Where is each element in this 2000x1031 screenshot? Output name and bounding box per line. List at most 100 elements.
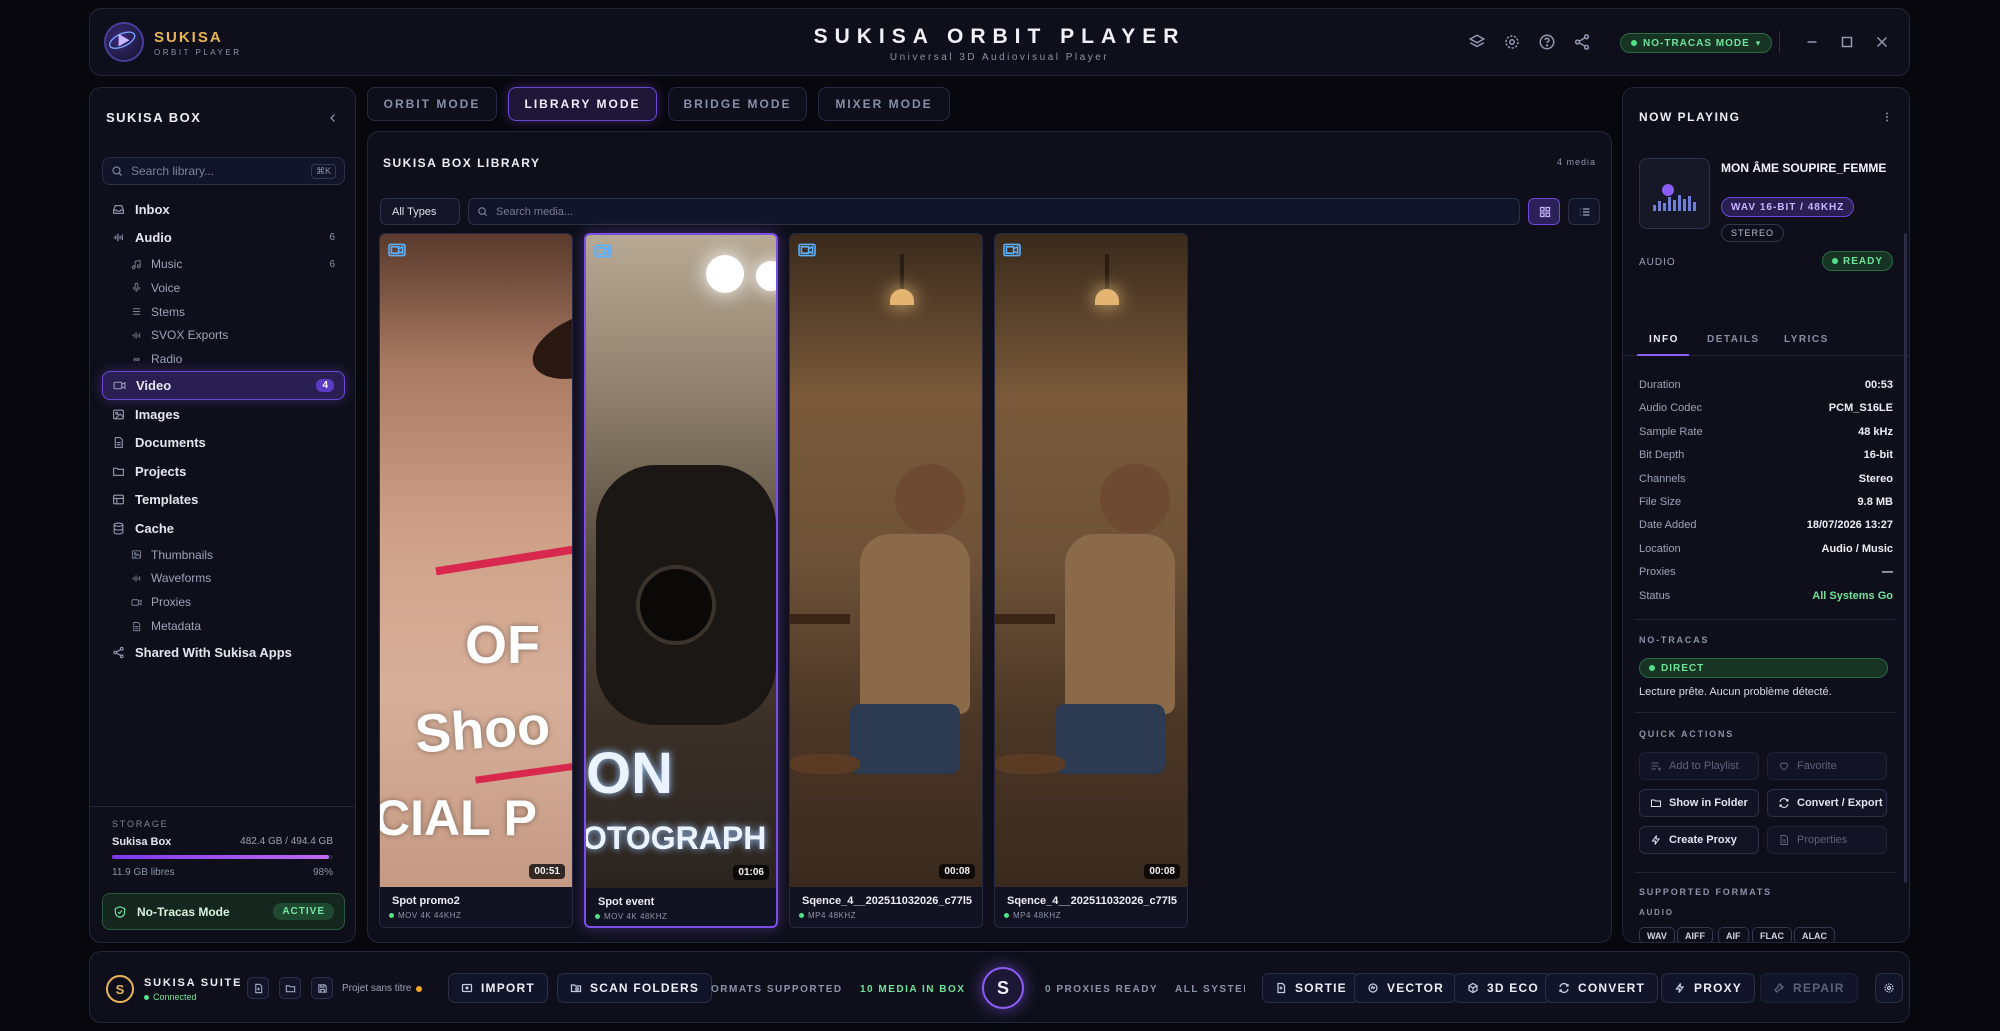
scan-folders-button[interactable]: SCAN FOLDERS (557, 973, 713, 1003)
divider (1635, 619, 1897, 620)
sortie-label: SORTIE (1295, 981, 1347, 995)
sidebar-item-label: Stems (151, 304, 186, 319)
center-orbit-button[interactable]: S (982, 967, 1024, 1009)
sidebar-item-documents[interactable]: Documents (102, 428, 345, 457)
minimize-icon[interactable] (1803, 33, 1821, 51)
library-search[interactable]: ⌘K (102, 157, 345, 185)
sidebar-item-shared-with-sukisa-apps[interactable]: Shared With Sukisa Apps (102, 638, 345, 667)
storage-size: 482.4 GB / 494.4 GB (240, 836, 333, 847)
folder-icon (285, 983, 296, 994)
favorite-button[interactable]: Favorite (1767, 752, 1887, 780)
maximize-icon[interactable] (1838, 33, 1856, 51)
status-dot (1004, 913, 1009, 918)
tab-mixer-mode[interactable]: MIXER MODE (818, 87, 950, 121)
media-card[interactable]: 00:08 Sqence_4__202511032026_c77l5 MP4 4… (994, 233, 1188, 928)
tab-details[interactable]: DETAILS (1707, 334, 1760, 345)
media-search-input[interactable] (496, 205, 1511, 218)
chevron-left-icon[interactable] (327, 112, 339, 124)
radio-icon (131, 354, 142, 365)
sidebar-item-thumbnails[interactable]: Thumbnails (102, 543, 345, 567)
bolt-icon (1674, 982, 1686, 994)
type-filter-select[interactable]: All Types (380, 198, 460, 225)
supported-formats-label: SUPPORTED FORMATS (1639, 887, 1772, 897)
close-icon[interactable] (1873, 33, 1891, 51)
tab-bridge-mode[interactable]: BRIDGE MODE (668, 87, 807, 121)
sortie-button[interactable]: SORTIE (1262, 973, 1360, 1003)
sidebar-item-music[interactable]: Music 6 (102, 252, 345, 276)
layers-icon[interactable] (1468, 33, 1486, 51)
more-vertical-icon[interactable] (1881, 110, 1893, 124)
no-tracas-label: No-Tracas Mode (137, 904, 230, 919)
sidebar-item-templates[interactable]: Templates (102, 486, 345, 515)
album-art (1639, 158, 1710, 229)
open-project-button[interactable] (279, 977, 301, 999)
video-icon (797, 242, 817, 258)
add-to-playlist-button[interactable]: Add to Playlist (1639, 752, 1759, 780)
settings-button[interactable] (1875, 973, 1903, 1003)
properties-button[interactable]: Properties (1767, 826, 1887, 854)
sidebar-item-images[interactable]: Images (102, 400, 345, 429)
media-name: Sqence_4__202511032026_c77l5 (802, 895, 973, 907)
settings-icon[interactable] (1503, 33, 1521, 51)
list-view-button[interactable] (1568, 198, 1600, 225)
video-icon (593, 243, 613, 259)
media-card[interactable]: 00:08 Sqence_4__202511032026_c77l5 MP4 4… (789, 233, 983, 928)
3d-eco-button[interactable]: 3D ECO (1454, 973, 1552, 1003)
tab-lyrics[interactable]: LYRICS (1784, 334, 1829, 345)
proxy-button[interactable]: PROXY (1661, 973, 1756, 1003)
sidebar-item-svox-exports[interactable]: SVOX Exports (102, 324, 345, 348)
thumbnail-text: OTOGRAPH (586, 820, 767, 856)
tab-orbit-mode[interactable]: ORBIT MODE (367, 87, 497, 121)
media-format: MP4 48KHZ (1013, 911, 1062, 920)
sidebar-item-stems[interactable]: Stems (102, 300, 345, 324)
ready-label: READY (1842, 255, 1883, 267)
sidebar-item-cache[interactable]: Cache (102, 514, 345, 543)
stems-icon (131, 306, 142, 317)
sidebar-item-inbox[interactable]: Inbox (102, 195, 345, 224)
convert-button[interactable]: CONVERT (1545, 973, 1659, 1003)
media-search[interactable] (468, 198, 1520, 225)
media-card-selected[interactable]: ON OTOGRAPH 01:06 Spot event MOV 4K 48KH… (584, 233, 778, 928)
grid-view-button[interactable] (1528, 198, 1560, 225)
new-project-button[interactable] (247, 977, 269, 999)
media-name: Spot promo2 (392, 895, 460, 907)
create-proxy-button[interactable]: Create Proxy (1639, 826, 1759, 854)
format-chip: AIFF (1677, 927, 1713, 942)
media-count: 4 media (1556, 157, 1596, 167)
show-in-folder-button[interactable]: Show in Folder (1639, 789, 1759, 817)
waveform-icon (131, 330, 142, 341)
sidebar-item-radio[interactable]: Radio (102, 347, 345, 371)
help-icon[interactable] (1538, 33, 1556, 51)
direct-badge: DIRECT (1639, 658, 1888, 678)
duration-badge: 00:08 (1144, 864, 1180, 879)
repair-button[interactable]: REPAIR (1760, 973, 1858, 1003)
folder-icon (112, 465, 125, 478)
import-label: IMPORT (481, 981, 535, 995)
sidebar-item-voice[interactable]: Voice (102, 276, 345, 300)
sidebar-item-label: Music (151, 257, 183, 272)
media-name: Spot event (598, 896, 655, 908)
tab-info[interactable]: INFO (1649, 334, 1679, 345)
connection-label: Connected (153, 992, 197, 1002)
vector-button[interactable]: VECTOR (1354, 973, 1457, 1003)
sidebar-item-projects[interactable]: Projects (102, 457, 345, 486)
sidebar-item-audio[interactable]: Audio 6 (102, 224, 345, 253)
media-card[interactable]: OF Shoo CIAL P 00:51 Spot promo2 MOV 4K … (379, 233, 573, 928)
no-tracas-mode-toggle[interactable]: NO-TRACAS MODE ▾ (1620, 33, 1773, 53)
sidebar-item-proxies[interactable]: Proxies (102, 590, 345, 614)
video-thumbnail: OF Shoo CIAL P (380, 234, 572, 887)
sidebar-item-video[interactable]: Video 4 (102, 371, 345, 400)
sidebar-item-metadata[interactable]: Metadata (102, 614, 345, 638)
channels-badge: STEREO (1721, 224, 1785, 242)
import-button[interactable]: IMPORT (448, 973, 548, 1003)
library-search-input[interactable] (131, 164, 303, 178)
status-ticker: ORMATS SUPPORTED (711, 984, 843, 995)
convert-export-button[interactable]: Convert / Export (1767, 789, 1887, 817)
scrollbar[interactable] (1904, 233, 1907, 883)
share-icon[interactable] (1573, 33, 1591, 51)
save-project-button[interactable] (311, 977, 333, 999)
duration-badge: 01:06 (733, 865, 769, 880)
tab-library-mode[interactable]: LIBRARY MODE (508, 87, 657, 121)
sidebar-item-waveforms[interactable]: Waveforms (102, 567, 345, 591)
no-tracas-status[interactable]: No-Tracas Mode ACTIVE (102, 893, 345, 930)
